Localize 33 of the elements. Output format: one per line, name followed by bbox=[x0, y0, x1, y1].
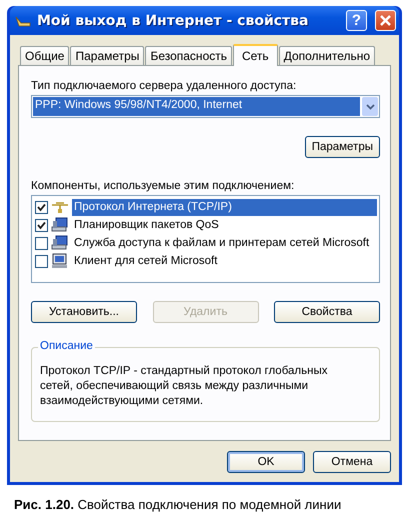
tab[interactable]: Безопасность bbox=[145, 46, 232, 65]
component-item[interactable]: Планировщик пакетов QoS bbox=[72, 216, 377, 234]
checkbox[interactable] bbox=[35, 236, 48, 250]
help-button[interactable]: ? bbox=[346, 10, 367, 31]
network-cable-icon bbox=[51, 200, 69, 214]
settings-button[interactable]: Параметры bbox=[304, 136, 380, 158]
component-button[interactable]: Установить... bbox=[31, 301, 137, 323]
dialog-button[interactable]: Отмена bbox=[313, 451, 391, 473]
group-title: Описание bbox=[38, 340, 95, 352]
monitor-icon bbox=[51, 253, 69, 269]
computer-icon bbox=[51, 217, 69, 233]
component-item[interactable]: Клиент для сетей Microsoft bbox=[72, 252, 377, 270]
tab[interactable]: Параметры bbox=[70, 46, 144, 65]
close-button[interactable] bbox=[375, 10, 396, 31]
server-type-dropdown[interactable]: PPP: Windows 95/98/NT4/2000, Internet bbox=[31, 95, 380, 118]
tab[interactable]: Общие bbox=[20, 46, 70, 65]
dialog-button[interactable]: OK bbox=[227, 451, 305, 473]
component-item[interactable]: Протокол Интернета (TCP/IP) bbox=[72, 198, 377, 216]
computer-icon bbox=[51, 235, 69, 251]
components-label: Компоненты, используемые этим подключением: bbox=[31, 180, 296, 192]
figure-caption: Рис. 1.20. Свойства подключения по модемной линии bbox=[13, 497, 342, 512]
window-title: Мой выход в Интернет - свойства bbox=[37, 12, 308, 28]
checkbox[interactable] bbox=[35, 200, 48, 214]
component-item[interactable]: Служба доступа к файлам и принтерам сетей Microsoft bbox=[72, 234, 377, 252]
checkbox[interactable] bbox=[35, 218, 48, 232]
tab[interactable]: Сеть bbox=[232, 44, 278, 66]
close-icon bbox=[379, 14, 392, 27]
component-button[interactable]: Свойства bbox=[274, 301, 380, 323]
checkbox[interactable] bbox=[35, 254, 48, 268]
description-text: Протокол TCP/IP - стандартный протокол глобальных сетей, обеспечивающий связь между различными взаимодействующими сетями. bbox=[40, 364, 328, 409]
tab[interactable]: Дополнительно bbox=[278, 46, 376, 65]
chevron-down-icon bbox=[366, 104, 374, 110]
server-type-label: Тип подключаемого сервера удаленного доступа: bbox=[31, 80, 298, 92]
